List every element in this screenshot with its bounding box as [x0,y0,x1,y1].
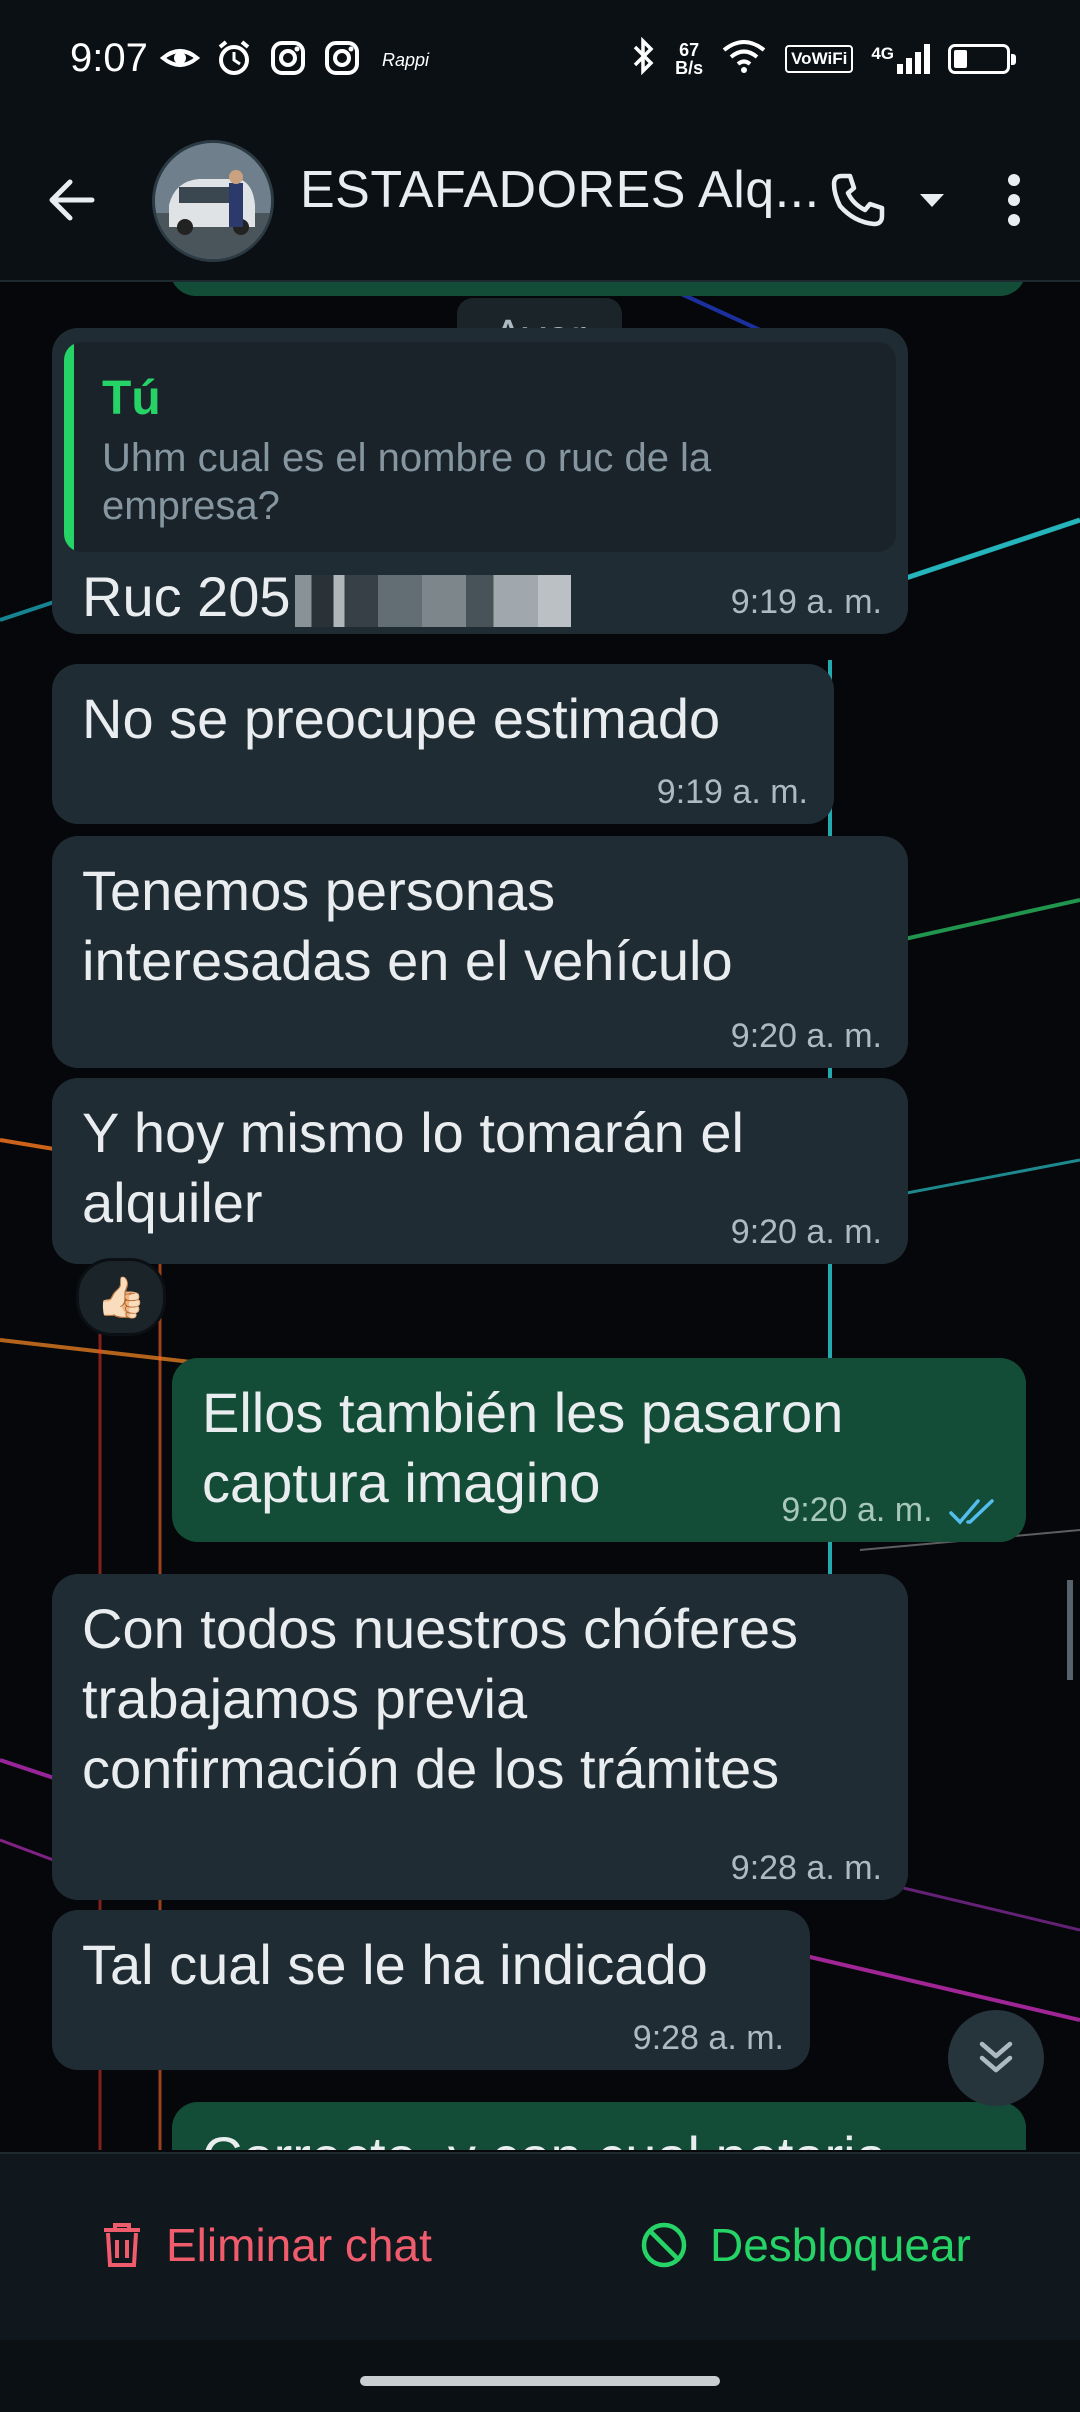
quote-text: Uhm cual es el nombre o ruc de la empres… [102,436,712,528]
avatar[interactable] [152,140,274,262]
eye-icon [160,38,200,78]
home-gesture-handle[interactable] [360,2376,720,2386]
message-text: Correcto, y con cual notaria [202,2122,1000,2150]
more-options-button[interactable] [984,164,1044,236]
delete-chat-button[interactable]: Eliminar chat [100,2218,432,2272]
blocked-contact-actions: Eliminar chat Desbloquear [0,2152,1080,2342]
message-time: 9:20 a. m. [730,1213,882,1251]
message-time-row: 9:20 a. m. [781,1490,1000,1530]
message-time: 9:20 a. m. [730,1017,882,1055]
message-incoming[interactable]: Tenemos personas interesadas en el vehíc… [52,836,908,1068]
quoted-message[interactable]: Tú Uhm cual es el nombre o ruc de la emp… [64,342,896,552]
message-outgoing[interactable]: Ellos también les pasaron captura imagin… [172,1358,1026,1542]
message-text: Con todos nuestros chóferes trabajamos p… [82,1597,798,1800]
message-outgoing[interactable]: Correcto, y con cual notaria [172,2102,1026,2150]
quote-accent-bar [64,342,74,552]
network-speed: 67 B/s [675,39,704,78]
message-time: 9:28 a. m. [632,2019,784,2057]
message-outgoing-partial[interactable] [170,280,1026,296]
message-time: 9:19 a. m. [730,583,882,621]
caret-down-icon [920,194,944,207]
alarm-icon [214,38,254,78]
message-incoming[interactable]: Y hoy mismo lo tomarán el alquiler 9:20 … [52,1078,908,1264]
system-icons: 67 B/s VoWiFi 4G [629,36,1016,81]
message-time: 9:20 a. m. [781,1491,933,1529]
status-bar: 9:07 Rappi 67 B/s VoWiFi 4G [0,0,1080,120]
notification-icons: Rappi [160,38,429,78]
delete-chat-label: Eliminar chat [166,2219,432,2271]
vowifi-badge: VoWiFi [785,44,854,73]
message-text: Tenemos personas interesadas en el vehíc… [82,859,733,992]
chat-header: ESTAFADORES Alq... [0,120,1080,282]
message-incoming[interactable]: No se preocupe estimado 9:19 a. m. [52,664,834,824]
back-button[interactable] [40,168,104,232]
wifi-icon [721,36,767,81]
phone-icon [831,173,885,227]
call-options-dropdown[interactable] [908,180,956,220]
instagram-icon [268,38,308,78]
block-icon [641,2222,687,2268]
trash-icon [104,2223,140,2267]
chat-messages[interactable]: Ayer Tú Uhm cual es el nombre o ruc de l… [0,280,1080,2150]
message-incoming[interactable]: Con todos nuestros chóferes trabajamos p… [52,1574,908,1900]
quote-author: Tú [102,372,161,425]
double-chevron-down-icon [979,2041,1013,2073]
message-text: No se preocupe estimado [82,687,721,750]
chat-title[interactable]: ESTAFADORES Alq... [300,160,820,220]
message-text: Ruc 205 [82,565,291,628]
status-time: 9:07 [70,36,148,80]
cell-signal-icon: 4G [871,43,930,74]
message-text-row: Ruc 205 [82,562,571,632]
bluetooth-icon [629,36,657,81]
more-vertical-icon [1008,174,1020,226]
message-text: Tal cual se le ha indicado [82,1933,708,1996]
unblock-button[interactable]: Desbloquear [640,2218,971,2272]
reaction-badge[interactable]: 👍🏻 [76,1258,166,1336]
instagram-icon [322,38,362,78]
double-check-read-icon [949,1499,994,1525]
message-incoming[interactable]: Tú Uhm cual es el nombre o ruc de la emp… [52,328,908,634]
arrow-left-icon [49,179,95,221]
scroll-to-bottom-button[interactable] [948,2010,1044,2106]
message-time: 9:28 a. m. [730,1849,882,1887]
voice-call-button[interactable] [822,164,894,236]
redacted-block [294,575,571,628]
message-incoming[interactable]: Tal cual se le ha indicado 9:28 a. m. [52,1910,810,2070]
unblock-label: Desbloquear [710,2219,971,2271]
rappi-icon: Rappi [382,49,430,70]
battery-icon [948,43,1016,74]
system-nav-bar [0,2340,1080,2412]
message-time: 9:19 a. m. [656,773,808,811]
avatar-image [155,143,271,259]
